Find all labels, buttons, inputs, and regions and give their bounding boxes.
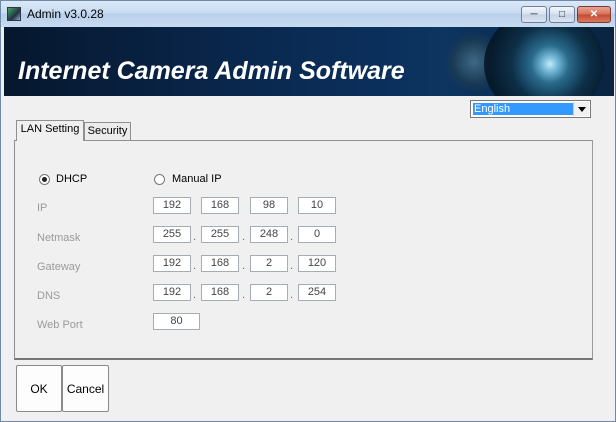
separator-dot: .	[193, 260, 197, 272]
dns-octet-2[interactable]: 168	[201, 284, 239, 301]
dns-octet-3[interactable]: 2	[250, 284, 288, 301]
maximize-icon: □	[558, 9, 566, 20]
title-bar[interactable]: Admin v3.0.28 ─ □ ✕	[1, 1, 615, 27]
gateway-octet-2[interactable]: 168	[201, 255, 239, 272]
header-banner: Internet Camera Admin Software	[4, 27, 614, 96]
dhcp-radio-label[interactable]: DHCP	[56, 173, 87, 185]
separator-dot: .	[193, 231, 197, 243]
close-button[interactable]: ✕	[577, 6, 611, 23]
gateway-octet-4[interactable]: 120	[298, 255, 336, 272]
minimize-icon: ─	[530, 9, 538, 20]
manual-ip-radio-label[interactable]: Manual IP	[172, 173, 222, 185]
separator-dot: .	[242, 260, 246, 272]
ip-octet-3[interactable]: 98	[250, 197, 288, 214]
separator-dot: .	[290, 289, 294, 301]
close-icon: ✕	[589, 9, 599, 20]
separator-dot: .	[193, 289, 197, 301]
dhcp-radio[interactable]	[39, 174, 50, 185]
gateway-label: Gateway	[37, 261, 81, 273]
app-icon	[7, 7, 21, 21]
netmask-octet-1[interactable]: 255	[153, 226, 191, 243]
chevron-down-icon[interactable]	[573, 102, 589, 116]
language-select[interactable]: English	[470, 100, 591, 118]
language-selected-value: English	[473, 103, 574, 115]
dns-octet-1[interactable]: 192	[153, 284, 191, 301]
netmask-octet-3[interactable]: 248	[250, 226, 288, 243]
tab-security[interactable]: Security	[84, 122, 131, 140]
separator-dot: .	[242, 289, 246, 301]
banner-title: Internet Camera Admin Software	[18, 57, 405, 85]
gateway-octet-3[interactable]: 2	[250, 255, 288, 272]
cancel-button[interactable]: Cancel	[62, 365, 109, 412]
separator-dot: .	[290, 260, 294, 272]
web-port-input[interactable]: 80	[153, 313, 200, 330]
separator-dot: .	[290, 231, 294, 243]
netmask-label: Netmask	[37, 232, 81, 244]
tab-lan-setting[interactable]: LAN Setting	[16, 120, 84, 141]
dns-label: DNS	[37, 290, 61, 302]
ip-octet-4[interactable]: 10	[298, 197, 336, 214]
camera-lens-graphic	[484, 27, 604, 96]
web-port-label: Web Port	[37, 319, 83, 331]
minimize-button[interactable]: ─	[521, 6, 547, 23]
separator-dot: .	[242, 231, 246, 243]
ip-octet-2[interactable]: 168	[201, 197, 239, 214]
lan-setting-panel: DHCP Manual IP IP 192 168 98 10 Netmask …	[14, 140, 593, 360]
maximize-button[interactable]: □	[549, 6, 575, 23]
gateway-octet-1[interactable]: 192	[153, 255, 191, 272]
netmask-octet-4[interactable]: 0	[298, 226, 336, 243]
ok-button[interactable]: OK	[16, 365, 62, 412]
dns-octet-4[interactable]: 254	[298, 284, 336, 301]
admin-window: Admin v3.0.28 ─ □ ✕ Internet Camera Admi…	[0, 0, 616, 422]
ip-label: IP	[37, 202, 48, 214]
manual-ip-radio[interactable]	[154, 174, 165, 185]
ip-octet-1[interactable]: 192	[153, 197, 191, 214]
window-title: Admin v3.0.28	[27, 7, 104, 21]
netmask-octet-2[interactable]: 255	[201, 226, 239, 243]
